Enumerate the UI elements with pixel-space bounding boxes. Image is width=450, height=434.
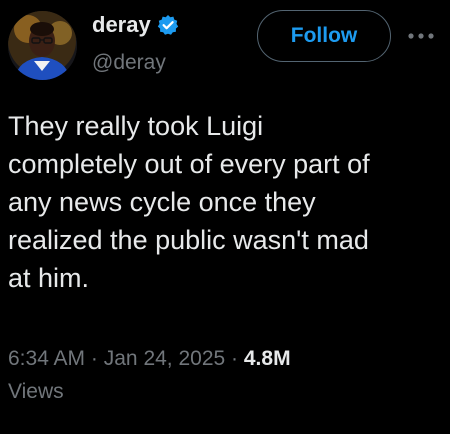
author-display-name[interactable]: deray xyxy=(92,11,151,39)
avatar-portrait-icon xyxy=(8,11,77,80)
follow-button[interactable]: Follow xyxy=(257,10,391,62)
tweet-time[interactable]: 6:34 AM xyxy=(8,347,85,370)
meta-separator: · xyxy=(231,347,239,370)
tweet-text: They really took Luigi completely out of… xyxy=(8,111,370,293)
more-horizontal-icon[interactable] xyxy=(404,24,438,48)
tweet-metadata: 6:34 AM · Jan 24, 2025 · 4.8M Views xyxy=(8,342,438,408)
author-handle[interactable]: @deray xyxy=(92,50,166,76)
avatar[interactable] xyxy=(8,11,77,80)
meta-separator: · xyxy=(90,347,98,370)
views-label: Views xyxy=(8,380,64,403)
tweet-card: deray @deray Follow They really took Lui… xyxy=(0,0,450,434)
verified-badge-icon xyxy=(157,14,179,36)
views-count: 4.8M xyxy=(243,347,291,370)
author-name-row: deray xyxy=(92,11,179,39)
tweet-date[interactable]: Jan 24, 2025 xyxy=(104,347,225,370)
